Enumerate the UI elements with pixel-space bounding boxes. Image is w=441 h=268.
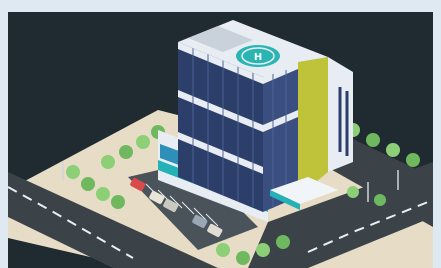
helipad-letter: H bbox=[254, 52, 262, 63]
hospital-illustration: H bbox=[8, 12, 433, 268]
image-frame: H bbox=[0, 0, 441, 268]
illustration-viewport: H bbox=[8, 12, 433, 268]
